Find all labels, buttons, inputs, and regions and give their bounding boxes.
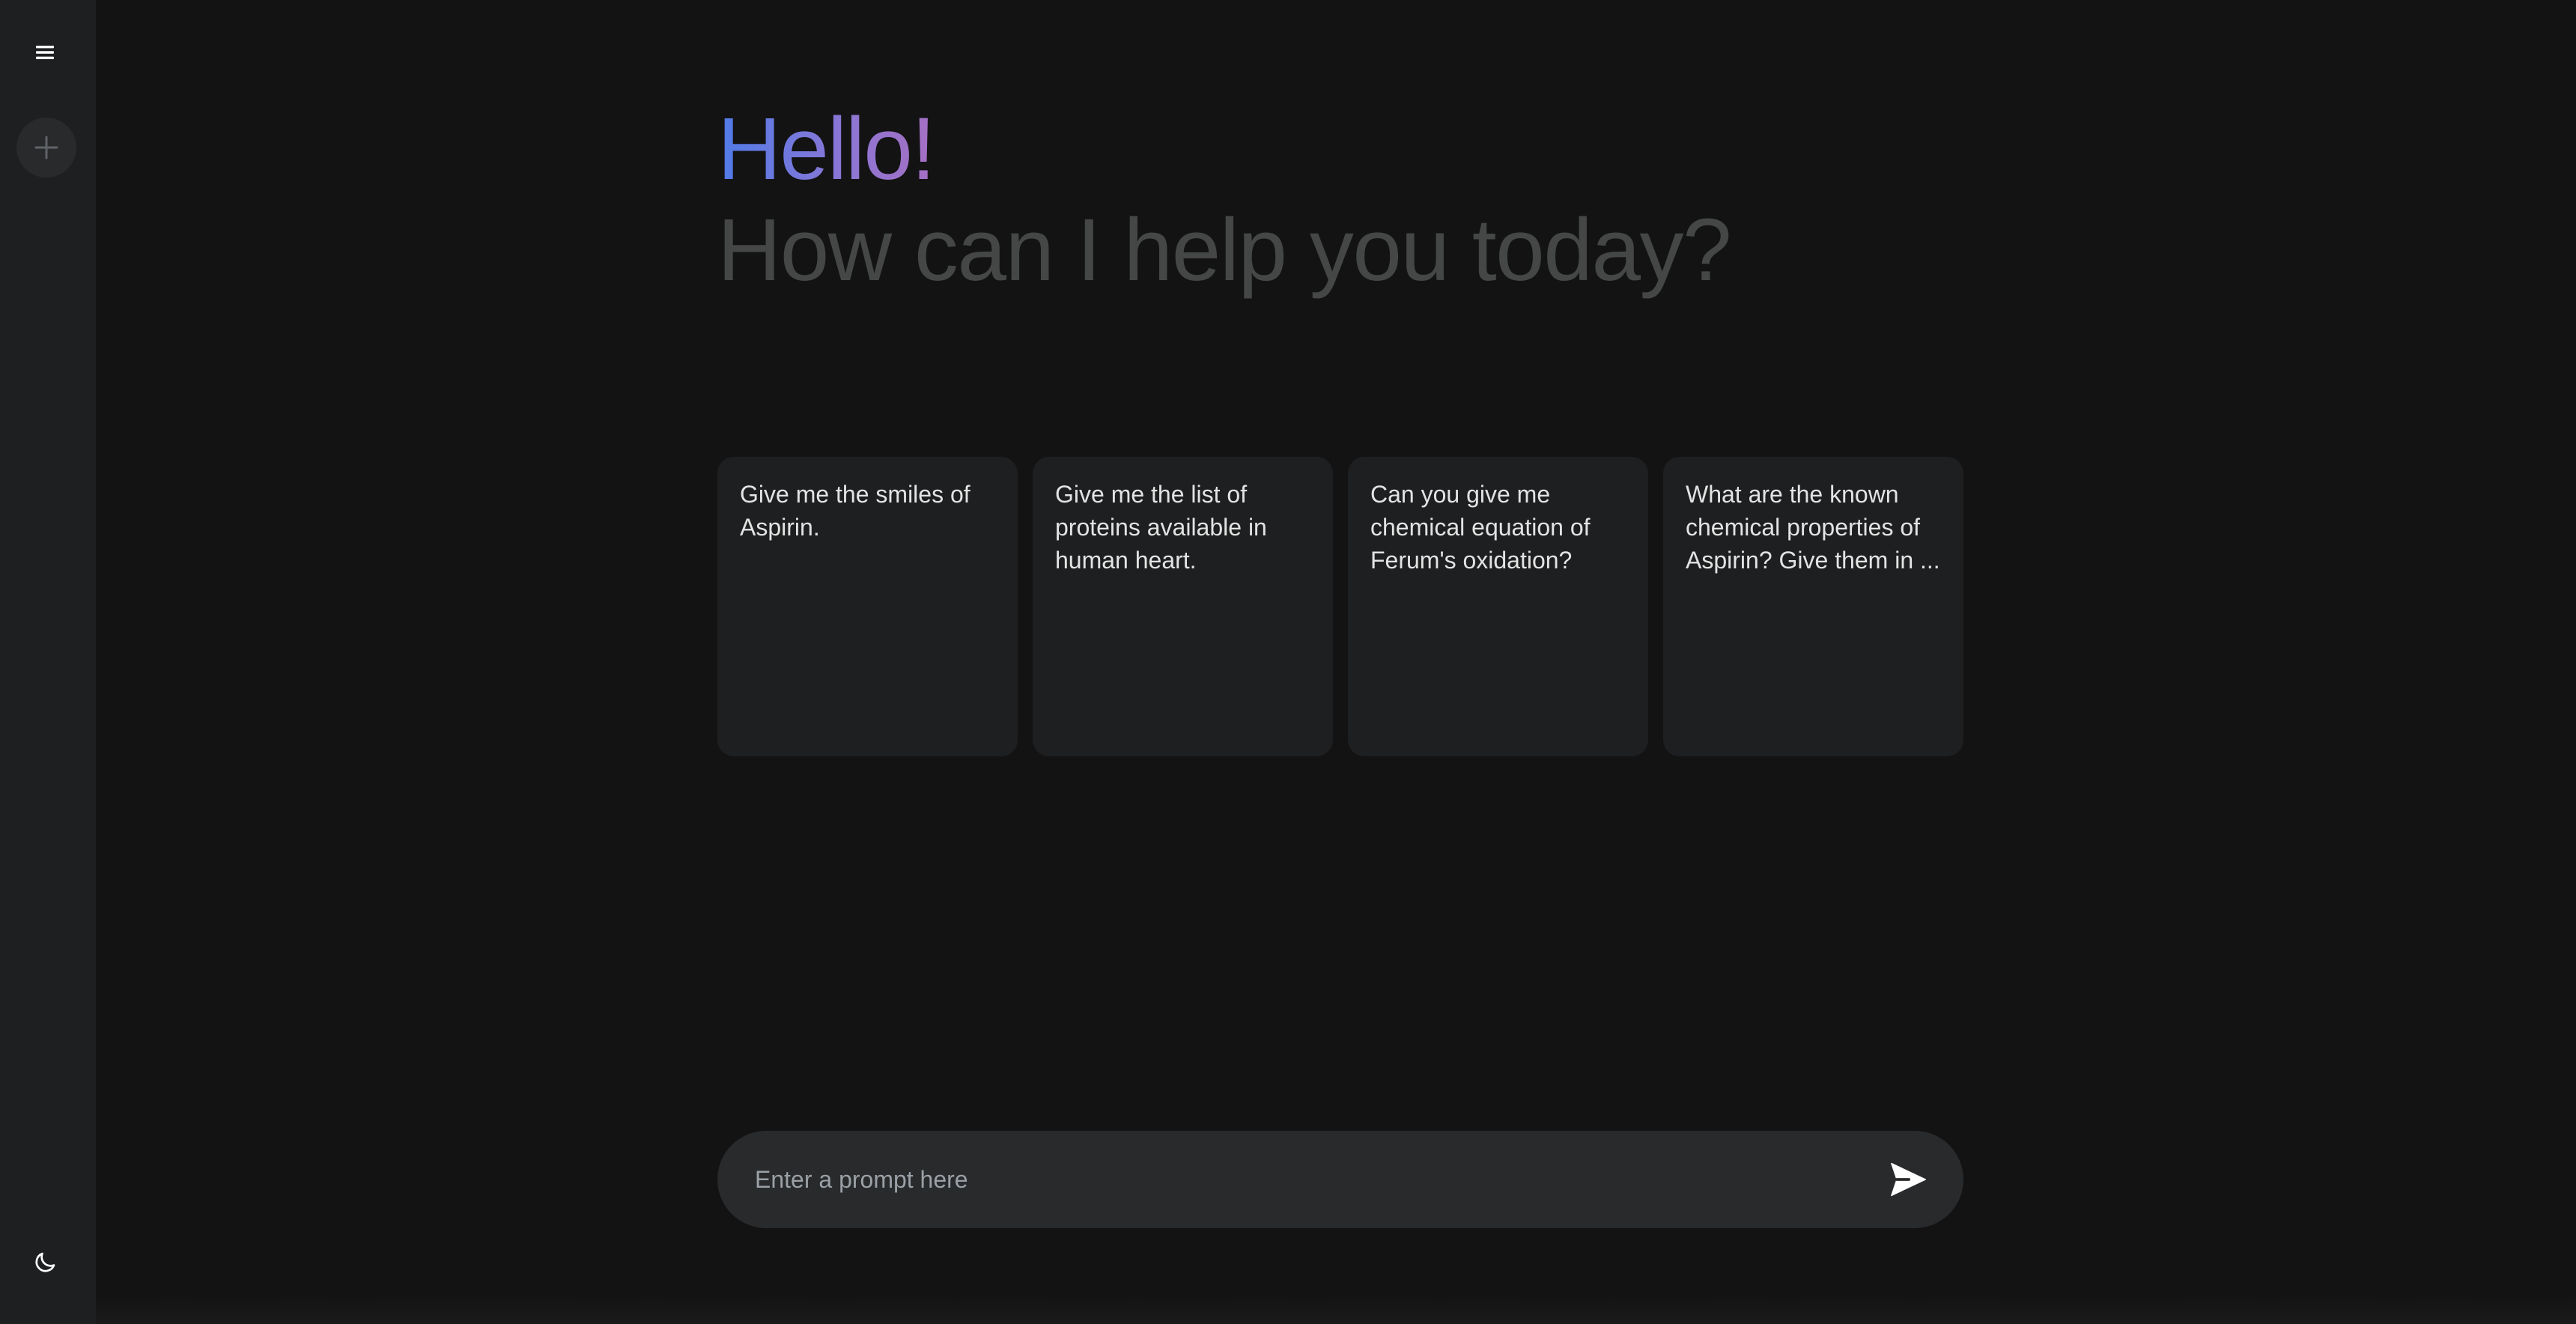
prompt-input[interactable] [755, 1165, 1883, 1194]
suggestion-card-text: Can you give me chemical equation of Fer… [1370, 481, 1591, 574]
suggestion-card[interactable]: Can you give me chemical equation of Fer… [1348, 457, 1648, 756]
greeting-subtitle: How can I help you today? [717, 201, 1732, 300]
suggestion-card[interactable]: Give me the list of proteins available i… [1033, 457, 1333, 756]
sidebar [0, 0, 96, 1324]
prompt-bar [717, 1131, 1963, 1228]
new-chat-button[interactable] [16, 118, 76, 177]
main-content: Hello! How can I help you today? Give me… [96, 0, 2576, 1324]
suggestion-card[interactable]: Give me the smiles of Aspirin. [717, 457, 1018, 756]
greeting: Hello! How can I help you today? [717, 97, 1990, 300]
send-icon [1891, 1162, 1927, 1197]
greeting-hello: Hello! [717, 97, 936, 201]
suggestion-cards: Give me the smiles of Aspirin. Give me t… [717, 457, 1963, 756]
suggestion-card-text: Give me the smiles of Aspirin. [740, 481, 970, 541]
suggestion-card-text: Give me the list of proteins available i… [1055, 481, 1267, 574]
suggestion-card[interactable]: What are the known chemical properties o… [1663, 457, 1963, 756]
suggestion-card-text: What are the known chemical properties o… [1686, 481, 1940, 574]
send-button[interactable] [1883, 1154, 1933, 1205]
bottom-shadow [96, 1294, 2576, 1324]
moon-icon [35, 1252, 55, 1272]
menu-button[interactable] [30, 37, 60, 67]
hamburger-menu-icon [36, 46, 54, 59]
app-root: Hello! How can I help you today? Give me… [0, 0, 2576, 1324]
plus-icon [34, 136, 58, 160]
theme-toggle-button[interactable] [28, 1246, 61, 1279]
